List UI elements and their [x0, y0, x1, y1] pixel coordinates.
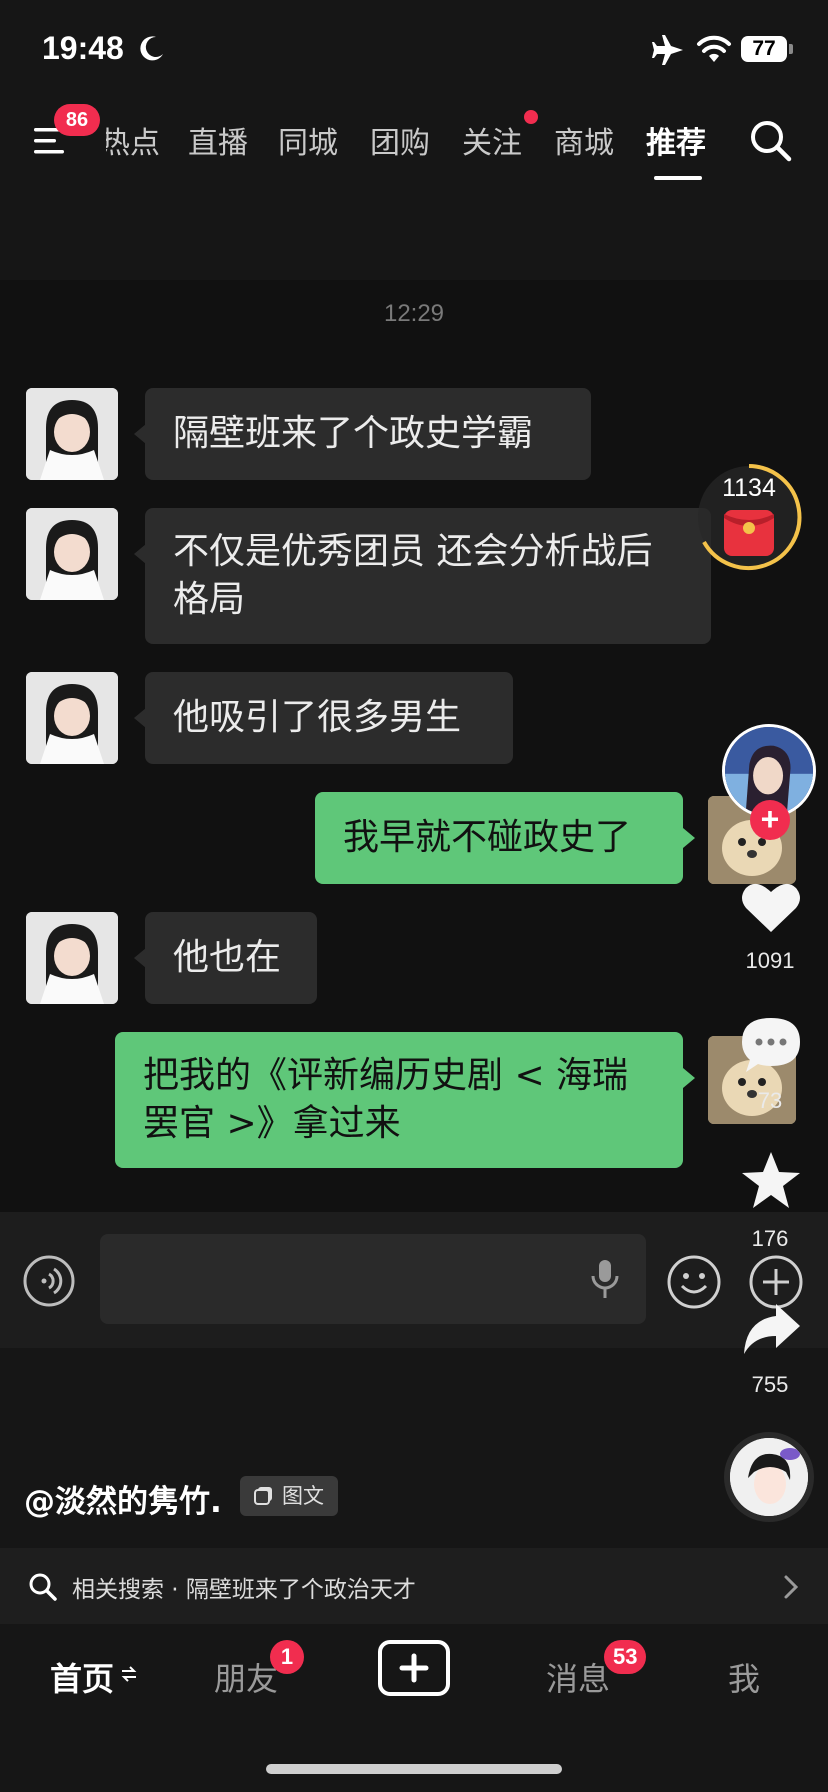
- microphone-icon: [591, 1260, 619, 1298]
- airplane-icon: [652, 35, 683, 65]
- voice-input-icon: [23, 1255, 75, 1307]
- tab-recommend[interactable]: 推荐: [646, 118, 706, 162]
- comment-count: 73: [757, 1088, 783, 1113]
- friends-badge: 1: [270, 1640, 304, 1674]
- tab-group-buy[interactable]: 团购: [370, 118, 430, 162]
- bubble-tail: [683, 1068, 695, 1088]
- tab-hot[interactable]: 热点: [106, 118, 160, 162]
- battery-tip: [789, 44, 793, 54]
- message-text: 把我的《评新编历史剧 < 海瑞: [143, 1055, 629, 1096]
- favorite-star-icon[interactable]: [738, 1148, 804, 1214]
- message-text: 格局: [173, 579, 246, 620]
- red-packet-count: 1134: [722, 474, 776, 502]
- sender-avatar: [26, 388, 118, 480]
- wifi-icon: [697, 35, 731, 62]
- message-text: 隔壁班来了个政史学霸: [173, 413, 534, 454]
- active-tab-indicator: [654, 176, 702, 180]
- message-bubble-incoming: 他吸引了很多男生: [145, 672, 513, 764]
- tab-home[interactable]: 首页: [50, 1654, 114, 1700]
- emoji-icon: [667, 1255, 721, 1309]
- status-time: 19:48: [42, 30, 124, 66]
- tab-local[interactable]: 同城: [278, 118, 338, 162]
- content-type-label: 图文: [282, 1484, 324, 1508]
- following-new-dot: [524, 110, 538, 124]
- search-icon: [29, 1573, 57, 1601]
- tab-mall[interactable]: 商城: [554, 118, 614, 162]
- like-count: 1091: [745, 948, 795, 973]
- sender-avatar: [26, 508, 118, 600]
- tab-following[interactable]: 关注: [462, 118, 522, 162]
- messages-badge: 53: [604, 1640, 647, 1674]
- message-text: 罢官 >》拿过来: [143, 1103, 401, 1144]
- share-icon[interactable]: [738, 1296, 804, 1362]
- message-bubble-incoming: 不仅是优秀团员 还会分析战后 格局: [145, 508, 711, 644]
- share-count: 755: [751, 1372, 789, 1397]
- music-disc-icon[interactable]: [724, 1432, 814, 1522]
- like-icon[interactable]: [738, 874, 804, 940]
- message-text: 他也在: [173, 937, 282, 978]
- home-indicator: [266, 1764, 562, 1774]
- menu-notification-badge: 86: [54, 104, 100, 136]
- message-bubble-outgoing: 我早就不碰政史了: [315, 792, 683, 884]
- moon-icon: [140, 36, 163, 61]
- plus-icon: [399, 1653, 429, 1683]
- create-post-button[interactable]: [378, 1640, 450, 1696]
- sender-avatar: [26, 912, 118, 1004]
- sender-avatar: [26, 672, 118, 764]
- swap-icon: [121, 1666, 137, 1682]
- follow-creator-button[interactable]: +: [750, 800, 790, 840]
- related-search-text[interactable]: 相关搜索 · 隔壁班来了个政治天才: [72, 1570, 416, 1604]
- chat-text-input: [100, 1234, 646, 1324]
- comment-icon[interactable]: [738, 1012, 804, 1078]
- tab-live[interactable]: 直播: [188, 118, 248, 162]
- bubble-tail: [683, 828, 695, 848]
- message-bubble-incoming: 隔壁班来了个政史学霸: [145, 388, 591, 480]
- message-text: 不仅是优秀团员 还会分析战后: [173, 531, 653, 572]
- author-name[interactable]: @淡然的隽竹.: [24, 1476, 222, 1521]
- battery-indicator: 77: [741, 36, 787, 62]
- message-bubble-incoming: 他也在: [145, 912, 317, 1004]
- tab-messages[interactable]: 消息: [546, 1654, 610, 1700]
- tab-me[interactable]: 我: [728, 1654, 760, 1700]
- chevron-right-icon: [784, 1575, 799, 1599]
- favorite-count: 176: [751, 1226, 789, 1251]
- chat-timestamp: 12:29: [383, 300, 445, 327]
- message-text: 我早就不碰政史了: [343, 817, 632, 858]
- tab-friends[interactable]: 朋友: [214, 1654, 278, 1700]
- message-bubble-outgoing: 把我的《评新编历史剧 < 海瑞 罢官 >》拿过来: [115, 1032, 683, 1168]
- image-post-icon: [254, 1487, 272, 1505]
- message-text: 他吸引了很多男生: [173, 697, 462, 738]
- search-icon[interactable]: [748, 118, 794, 164]
